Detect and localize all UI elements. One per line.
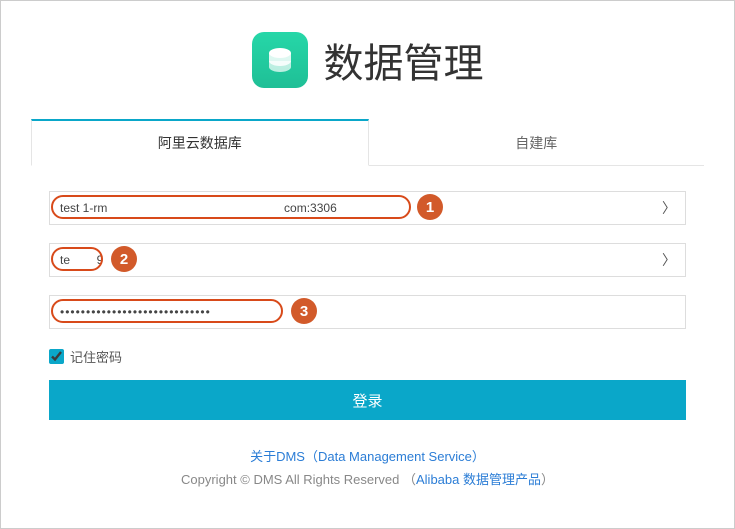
page-title: 数据管理 [324, 31, 484, 89]
tab-aliyun-db[interactable]: 阿里云数据库 [31, 119, 369, 166]
host-input[interactable] [49, 191, 686, 225]
password-input[interactable] [49, 295, 686, 329]
user-input[interactable] [49, 243, 686, 277]
copyright-link[interactable]: Alibaba 数据管理产品 [416, 472, 541, 487]
database-icon [252, 32, 308, 88]
copyright-text-pre: Copyright © DMS All Rights Reserved （ [181, 472, 416, 487]
login-button[interactable]: 登录 [49, 380, 686, 420]
footer: 关于DMS（Data Management Service） Copyright… [31, 445, 704, 492]
remember-label: 记住密码 [70, 347, 122, 366]
remember-password[interactable]: 记住密码 [49, 347, 686, 366]
header: 数据管理 [31, 31, 704, 89]
about-link[interactable]: 关于DMS（Data Management Service） [250, 449, 485, 464]
tab-self-db[interactable]: 自建库 [369, 119, 705, 165]
remember-checkbox[interactable] [49, 349, 64, 364]
field-host: 〉 1 [49, 191, 686, 225]
tabs: 阿里云数据库 自建库 [31, 119, 704, 166]
field-user: 〉 2 [49, 243, 686, 277]
field-password: 3 [49, 295, 686, 329]
copyright-text-post: ） [541, 472, 554, 487]
